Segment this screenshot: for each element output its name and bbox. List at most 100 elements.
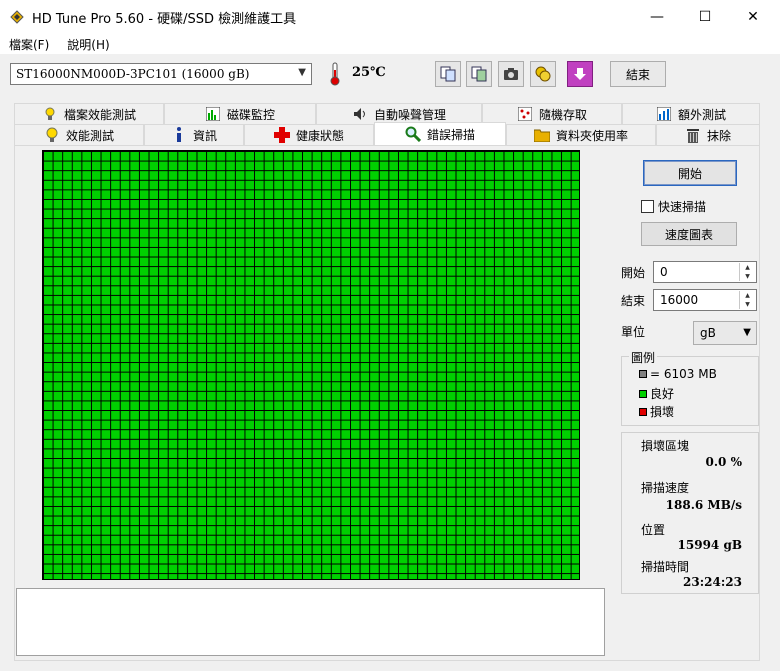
spin-down-icon[interactable]: ▼ [740,272,755,281]
legend-swatch-block [639,370,647,378]
tab-label: 錯誤掃描 [426,127,475,142]
legend-group: 圖例 = 6103 MB 良好 損壞 [621,349,759,426]
start-position-value: 0 [660,265,668,279]
copy-screen-button[interactable] [466,61,492,87]
tab-label: 磁碟監控 [226,107,275,122]
tab-info[interactable]: 資訊 [144,124,244,145]
position-value: 15994 gB [677,538,742,552]
tab-random-access[interactable]: 隨機存取 [482,103,622,124]
info-icon [171,127,187,143]
health-cross-icon [273,127,290,143]
spin-up-icon[interactable]: ▲ [740,291,755,300]
legend-block-size: = 6103 MB [639,367,717,381]
damaged-blocks-value: 0.0 % [705,455,742,469]
tab-label: 資料夾使用率 [555,128,628,143]
tab-folder-usage[interactable]: 資料夾使用率 [506,124,656,145]
drive-select-value: ST16000NM000D-3PC101 (16000 gB) [16,67,250,81]
camera-icon [504,68,518,80]
unit-label: 單位 [621,325,646,339]
tab-row-top: 檔案效能測試 磁碟監控 自動噪聲管理 隨機存取 額外測試 [14,103,760,124]
damaged-blocks-label: 損壞區塊 [641,439,690,453]
end-field-label: 結束 [621,294,646,308]
quick-scan-checkbox[interactable] [641,200,654,213]
unit-select-value: gB [700,326,716,340]
unit-select[interactable]: gB ▼ [693,321,757,345]
tab-extra-tests[interactable]: 額外測試 [622,103,760,124]
temperature-readout: 25℃ [352,65,386,80]
lightbulb-icon [44,127,60,143]
drive-select[interactable]: ST16000NM000D-3PC101 (16000 gB) ▼ [10,63,312,85]
options-button[interactable] [530,61,556,87]
chevron-down-icon: ▼ [743,327,751,338]
quick-scan-label: 快速掃描 [658,200,707,214]
tab-label: 額外測試 [677,107,726,122]
copy-text-icon [440,66,456,82]
menu-file[interactable]: 檔案(F) [0,36,58,53]
start-field-label: 開始 [621,266,646,280]
legend-swatch-good [639,389,647,398]
extra-tests-icon [656,106,672,122]
scan-speed-label: 掃描速度 [641,481,690,495]
tab-file-benchmark[interactable]: 檔案效能測試 [14,103,164,124]
thermometer-icon [322,61,348,87]
position-label: 位置 [641,523,666,537]
window-title: HD Tune Pro 5.60 - 硬碟/SSD 檢測維護工具 [32,11,297,27]
app-logo-icon [10,10,24,24]
tab-erase[interactable]: 抹除 [656,124,760,145]
menu-help[interactable]: 說明(H) [58,36,118,53]
tab-disk-monitor[interactable]: 磁碟監控 [164,103,316,124]
speed-map-button[interactable]: 速度圖表 [641,222,737,246]
speaker-icon [352,106,368,122]
options-coins-icon [535,66,551,82]
legend-damaged: 損壞 [639,403,674,420]
scan-log-box [16,588,605,656]
maximize-button[interactable]: ☐ [682,0,728,34]
start-scan-button[interactable]: 開始 [643,160,737,186]
tab-noise-management[interactable]: 自動噪聲管理 [316,103,482,124]
end-position-value: 16000 [660,293,699,307]
tab-label: 效能測試 [65,128,114,143]
trash-icon [685,127,701,143]
legend-swatch-damaged [639,407,647,416]
tab-label: 抹除 [706,128,731,143]
scan-block-map [42,150,580,580]
spin-up-icon[interactable]: ▲ [740,263,755,272]
folder-icon [533,127,550,143]
exit-button[interactable]: 結束 [610,61,666,87]
end-spinner[interactable]: ▲ ▼ [739,291,755,309]
tab-label: 檔案效能測試 [63,107,136,122]
menu-bar: 檔案(F) 說明(H) [0,34,780,54]
tab-label: 健康狀態 [295,128,344,143]
tab-error-scan[interactable]: 錯誤掃描 [374,122,506,145]
magnifier-icon [405,126,421,142]
download-button[interactable] [567,61,593,87]
legend-good-text: 良好 [650,387,675,401]
legend-damaged-text: 損壞 [650,405,675,419]
copy-text-button[interactable] [435,61,461,87]
close-button[interactable]: ✕ [730,0,776,34]
spin-down-icon[interactable]: ▼ [740,300,755,309]
legend-good: 良好 [639,385,674,402]
toolbar: ST16000NM000D-3PC101 (16000 gB) ▼ 25℃ 結束 [0,56,780,94]
tab-label: 隨機存取 [538,107,587,122]
file-benchmark-icon [42,106,58,122]
app-window: HD Tune Pro 5.60 - 硬碟/SSD 檢測維護工具 — ☐ ✕ 檔… [0,0,780,671]
tab-label: 自動噪聲管理 [373,107,446,122]
title-bar: HD Tune Pro 5.60 - 硬碟/SSD 檢測維護工具 — ☐ ✕ [0,0,780,34]
random-access-icon [517,106,533,122]
scan-speed-value: 188.6 MB/s [665,498,742,512]
end-position-input[interactable]: 16000 ▲ ▼ [653,289,757,311]
download-icon [574,68,586,80]
copy-screen-icon [471,66,487,82]
quick-scan-option[interactable]: 快速掃描 [641,198,706,215]
tab-benchmark[interactable]: 效能測試 [14,124,144,145]
start-position-input[interactable]: 0 ▲ ▼ [653,261,757,283]
scan-time-value: 23:24:23 [683,575,742,589]
tab-health[interactable]: 健康狀態 [244,124,374,145]
tab-row-bottom: 效能測試 資訊 健康狀態 錯誤掃描 資料夾使用率 抹除 [14,122,760,145]
minimize-button[interactable]: — [634,0,680,34]
screenshot-button[interactable] [498,61,524,87]
chevron-down-icon: ▼ [298,67,306,78]
tab-label: 資訊 [192,128,217,143]
start-spinner[interactable]: ▲ ▼ [739,263,755,281]
